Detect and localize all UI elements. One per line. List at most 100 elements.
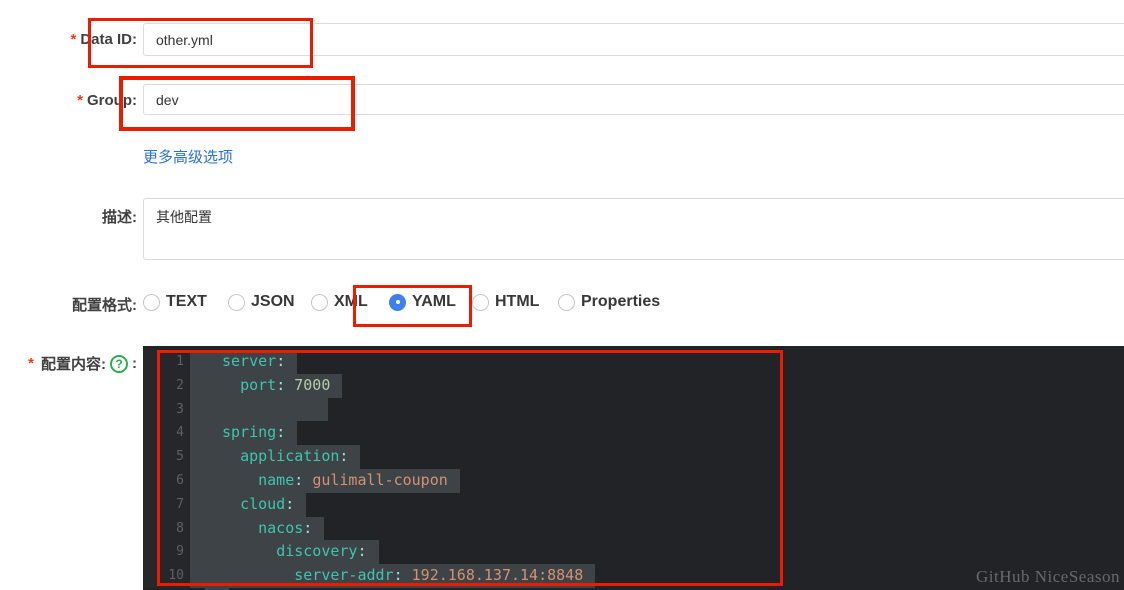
token-punc: : bbox=[294, 470, 304, 489]
token-key: nacos bbox=[258, 518, 304, 537]
line-content: nacos: bbox=[190, 516, 1124, 541]
data-id-label: * Data ID: bbox=[0, 31, 137, 48]
token-punc: : bbox=[303, 518, 313, 537]
format-option-label: TEXT bbox=[166, 293, 207, 310]
radio-icon[interactable] bbox=[558, 293, 575, 311]
line-number: 8 bbox=[143, 516, 190, 541]
config-content-editor[interactable]: 1 server: 2 port: 7000 3 4 spring: 5 applicati… bbox=[143, 346, 1124, 590]
config-content-label-suffix: : bbox=[132, 355, 137, 372]
token-num: 7000 bbox=[294, 375, 331, 394]
code-line[interactable]: 2 port: 7000 bbox=[143, 373, 1124, 398]
line-content: port: 7000 bbox=[190, 373, 1124, 398]
required-asterisk: * bbox=[70, 31, 77, 48]
token-punc: : bbox=[339, 447, 349, 466]
token-punc: : bbox=[276, 352, 286, 370]
format-label: 配置格式: bbox=[0, 294, 137, 315]
group-input[interactable] bbox=[143, 84, 1124, 115]
format-option-label: XML bbox=[334, 293, 368, 310]
code-line[interactable]: 4 spring: bbox=[143, 421, 1124, 446]
format-label-text: 配置格式: bbox=[72, 297, 137, 314]
token-key: application bbox=[240, 447, 340, 466]
token-punc: : bbox=[276, 375, 286, 394]
line-number: 5 bbox=[143, 445, 190, 469]
code-line[interactable]: 8 nacos: bbox=[143, 516, 1124, 541]
code-line[interactable]: 5 application: bbox=[143, 445, 1124, 469]
token-punc: : bbox=[357, 542, 367, 561]
format-option-text[interactable]: TEXT bbox=[143, 293, 207, 311]
line-number: 9 bbox=[143, 540, 190, 565]
radio-icon[interactable] bbox=[472, 293, 489, 311]
format-option-label: YAML bbox=[412, 293, 456, 310]
format-option-label: JSON bbox=[251, 293, 295, 310]
code-line[interactable]: 6 name: gulimall-coupon bbox=[143, 468, 1124, 493]
code-line[interactable]: 1 server: bbox=[143, 350, 1124, 374]
group-label: * Group: bbox=[0, 92, 137, 109]
line-content: server: bbox=[190, 350, 1124, 374]
line-content bbox=[190, 397, 1124, 422]
format-option-label: Properties bbox=[581, 293, 661, 310]
radio-icon[interactable] bbox=[228, 293, 245, 311]
advanced-options-link[interactable]: 更多高级选项 bbox=[143, 146, 233, 167]
description-textarea[interactable]: 其他配置 bbox=[143, 198, 1124, 260]
token-punc: : bbox=[393, 566, 403, 585]
format-option-xml[interactable]: XML bbox=[311, 293, 368, 311]
config-content-label: * 配置内容: ? : bbox=[0, 353, 137, 374]
line-content: name: gulimall-coupon bbox=[190, 468, 1124, 493]
new-config-form-page: *Data ID: *Group: 更多高级选项 描述: 其他配置 配置格式: … bbox=[0, 0, 1124, 590]
radio-icon[interactable] bbox=[311, 293, 328, 311]
token-key: server bbox=[222, 352, 277, 370]
code-line[interactable]: 9 discovery: bbox=[143, 540, 1124, 565]
token-punc: : bbox=[276, 423, 286, 442]
token-punc: : bbox=[285, 494, 295, 513]
line-content: discovery: bbox=[190, 540, 1124, 565]
line-number: 3 bbox=[143, 397, 190, 422]
line-number: 2 bbox=[143, 373, 190, 398]
line-number: 6 bbox=[143, 468, 190, 493]
description-label-text: 描述: bbox=[102, 209, 137, 226]
format-option-yaml[interactable]: YAML bbox=[389, 293, 456, 311]
token-key: name bbox=[258, 470, 295, 489]
line-number: 10 bbox=[143, 564, 190, 588]
radio-selected-icon[interactable] bbox=[389, 293, 406, 311]
line-content: cloud: bbox=[190, 492, 1124, 517]
config-content-label-text: 配置内容: bbox=[41, 356, 106, 373]
token-key: server-addr bbox=[294, 566, 394, 585]
group-label-text: Group: bbox=[87, 92, 137, 109]
radio-icon[interactable] bbox=[143, 293, 160, 311]
line-content: spring: bbox=[190, 421, 1124, 446]
required-asterisk: * bbox=[28, 355, 34, 372]
line-number: 4 bbox=[143, 421, 190, 446]
help-question-icon[interactable]: ? bbox=[110, 354, 128, 373]
watermark-text: GitHub NiceSeason bbox=[975, 567, 1120, 586]
selection-fragment bbox=[205, 584, 229, 590]
description-label: 描述: bbox=[0, 206, 137, 227]
token-key: discovery bbox=[276, 542, 358, 561]
format-option-properties[interactable]: Properties bbox=[558, 293, 660, 311]
format-option-json[interactable]: JSON bbox=[228, 293, 295, 311]
token-key: port bbox=[240, 375, 277, 394]
data-id-input[interactable] bbox=[143, 23, 1124, 56]
line-content: application: bbox=[190, 445, 1124, 469]
line-number: 7 bbox=[143, 492, 190, 517]
code-line[interactable]: 3 bbox=[143, 397, 1124, 422]
token-key: spring bbox=[222, 423, 277, 442]
line-number: 1 bbox=[143, 350, 190, 374]
code-line[interactable]: 7 cloud: bbox=[143, 492, 1124, 517]
format-option-label: HTML bbox=[495, 293, 540, 310]
required-asterisk: * bbox=[77, 92, 83, 109]
format-option-html[interactable]: HTML bbox=[472, 293, 539, 311]
code-area[interactable]: 1 server: 2 port: 7000 3 4 spring: 5 applicati… bbox=[143, 346, 1124, 590]
token-key: cloud bbox=[240, 494, 286, 513]
token-str: gulimall-coupon bbox=[312, 470, 448, 489]
data-id-label-text: Data ID: bbox=[80, 31, 137, 48]
